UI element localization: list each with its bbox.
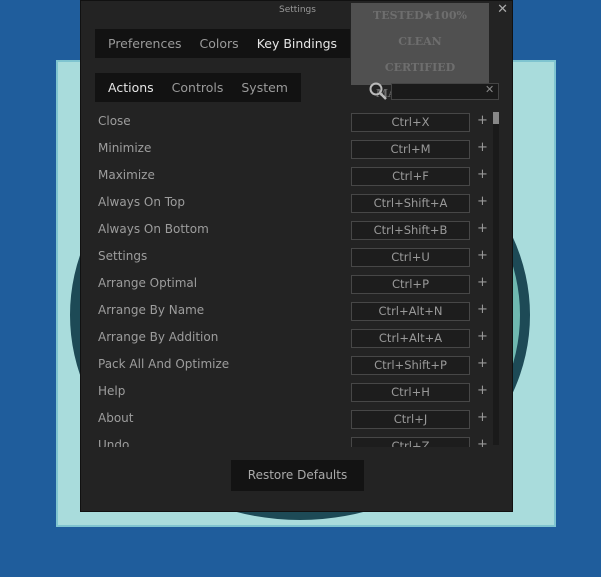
add-binding-button[interactable]: + — [477, 356, 488, 371]
tab-controls[interactable]: Controls — [163, 80, 233, 95]
action-label: Arrange Optimal — [98, 276, 198, 290]
tab-key-bindings[interactable]: Key Bindings — [248, 36, 346, 51]
action-label: Arrange By Name — [98, 303, 205, 317]
key-binding-field[interactable]: Ctrl+P — [351, 275, 470, 294]
add-binding-button[interactable]: + — [477, 167, 488, 182]
tab-colors[interactable]: Colors — [191, 36, 248, 51]
tab-preferences[interactable]: Preferences — [99, 36, 191, 51]
action-label: Arrange By Addition — [98, 330, 219, 344]
scrollbar[interactable] — [493, 112, 499, 445]
main-tabs: Preferences Colors Key Bindings — [95, 29, 351, 58]
key-binding-field[interactable]: Ctrl+J — [351, 410, 470, 429]
key-binding-field[interactable]: Ctrl+U — [351, 248, 470, 267]
watermark-logo: TESTED★100% CLEANCERTIFIEDMAJORGEEKS — [351, 3, 489, 100]
close-icon[interactable]: ✕ — [497, 2, 508, 17]
add-binding-button[interactable]: + — [477, 113, 488, 128]
action-label: Help — [98, 384, 126, 398]
key-binding-field[interactable]: Ctrl+Z — [351, 437, 470, 447]
binding-row: Always On Top Ctrl+Shift+A + — [81, 192, 491, 219]
key-binding-field[interactable]: Ctrl+Alt+A — [351, 329, 470, 348]
add-binding-button[interactable]: + — [477, 194, 488, 209]
restore-defaults-button[interactable]: Restore Defaults — [231, 460, 364, 491]
search-input[interactable] — [391, 83, 499, 100]
tab-actions[interactable]: Actions — [99, 80, 163, 95]
add-binding-button[interactable]: + — [477, 302, 488, 317]
add-binding-button[interactable]: + — [477, 140, 488, 155]
action-label: About — [98, 411, 134, 425]
key-binding-field[interactable]: Ctrl+X — [351, 113, 470, 132]
clear-search-icon[interactable]: ✕ — [485, 83, 494, 96]
action-label: Always On Top — [98, 195, 185, 209]
binding-row: Maximize Ctrl+F + — [81, 165, 491, 192]
action-label: Undo — [98, 438, 130, 447]
tab-system[interactable]: System — [232, 80, 297, 95]
settings-window: Settings ✕ TESTED★100% CLEANCERTIFIEDMAJ… — [80, 0, 513, 512]
binding-row: Minimize Ctrl+M + — [81, 138, 491, 165]
add-binding-button[interactable]: + — [477, 275, 488, 290]
sub-tabs: Actions Controls System — [95, 73, 301, 102]
add-binding-button[interactable]: + — [477, 410, 488, 425]
action-label: Always On Bottom — [98, 222, 209, 236]
binding-row: Arrange By Addition Ctrl+Alt+A + — [81, 327, 491, 354]
action-label: Pack All And Optimize — [98, 357, 230, 371]
scrollbar-thumb[interactable] — [493, 112, 499, 124]
action-label: Settings — [98, 249, 148, 263]
add-binding-button[interactable]: + — [477, 248, 488, 263]
binding-row: Arrange Optimal Ctrl+P + — [81, 273, 491, 300]
key-binding-field[interactable]: Ctrl+Shift+B — [351, 221, 470, 240]
binding-row: Close Ctrl+X + — [81, 111, 491, 138]
binding-row: Undo Ctrl+Z + — [81, 435, 491, 447]
add-binding-button[interactable]: + — [477, 437, 488, 447]
binding-row: Pack All And Optimize Ctrl+Shift+P + — [81, 354, 491, 381]
action-label: Minimize — [98, 141, 152, 155]
binding-row: Arrange By Name Ctrl+Alt+N + — [81, 300, 491, 327]
add-binding-button[interactable]: + — [477, 383, 488, 398]
binding-row: Always On Bottom Ctrl+Shift+B + — [81, 219, 491, 246]
key-binding-field[interactable]: Ctrl+Shift+P — [351, 356, 470, 375]
action-label: Close — [98, 114, 131, 128]
add-binding-button[interactable]: + — [477, 329, 488, 344]
key-binding-field[interactable]: Ctrl+F — [351, 167, 470, 186]
key-bindings-list: Close Ctrl+X + Minimize Ctrl+M + Maximize … — [81, 111, 491, 447]
add-binding-button[interactable]: + — [477, 221, 488, 236]
binding-row: Settings Ctrl+U + — [81, 246, 491, 273]
binding-row: About Ctrl+J + — [81, 408, 491, 435]
search-icon — [368, 81, 388, 101]
binding-row: Help Ctrl+H + — [81, 381, 491, 408]
key-binding-field[interactable]: Ctrl+H — [351, 383, 470, 402]
key-binding-field[interactable]: Ctrl+Shift+A — [351, 194, 470, 213]
key-binding-field[interactable]: Ctrl+Alt+N — [351, 302, 470, 321]
action-label: Maximize — [98, 168, 155, 182]
key-binding-field[interactable]: Ctrl+M — [351, 140, 470, 159]
